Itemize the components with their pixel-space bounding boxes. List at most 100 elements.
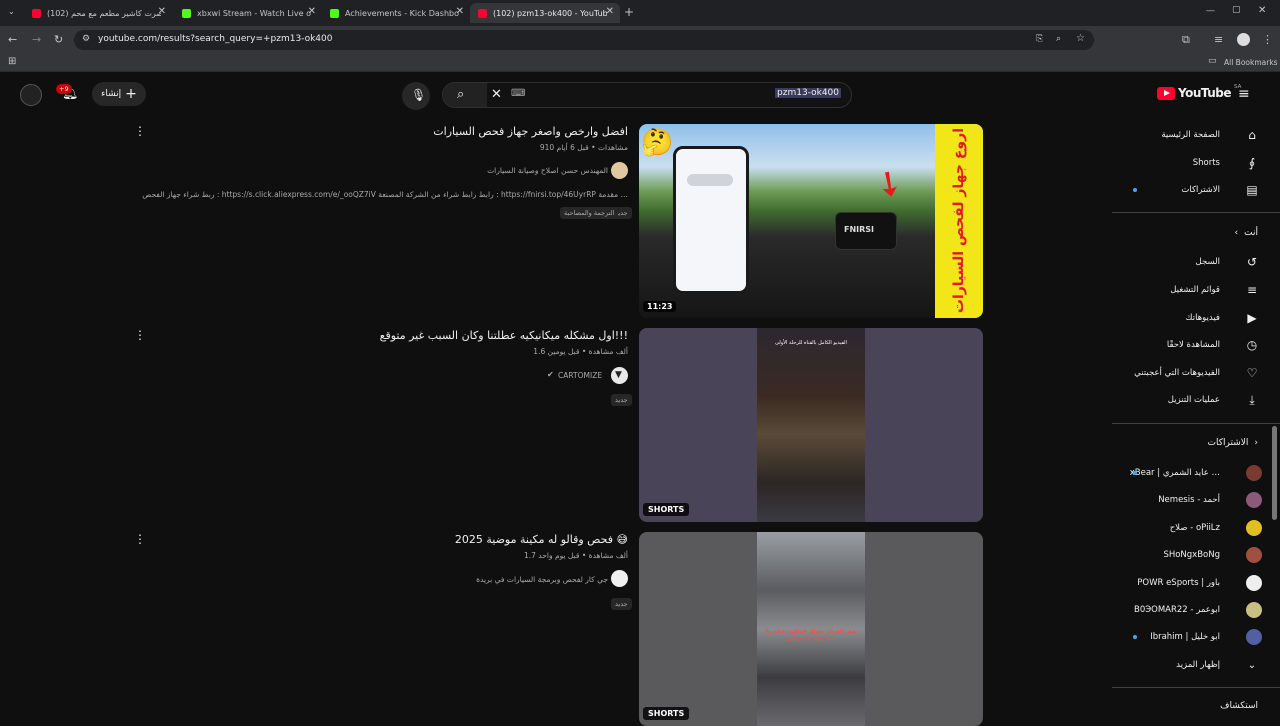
sidebar-sub-channel[interactable]: Ibrahim | ابو خليل xyxy=(1112,624,1262,650)
search-icon: ⌕ xyxy=(457,87,465,102)
microphone-icon: 🎙︎ xyxy=(411,88,427,102)
sidebar-item-shorts[interactable]: Shorts ∮ xyxy=(1112,150,1262,176)
install-icon[interactable]: ⎘ xyxy=(1036,35,1043,44)
show-more-button[interactable]: إظهار المزيد ⌄ xyxy=(1112,652,1262,678)
sidebar-sub-channel[interactable]: POWR eSports | باور xyxy=(1112,570,1262,596)
menu-icon[interactable]: ⋮ xyxy=(1262,34,1273,45)
site-info-icon[interactable]: ⚙ xyxy=(82,35,90,44)
video-thumbnail[interactable]: بعض المراكز يقولك الماكينة تعبانة ولا هم… xyxy=(639,532,983,726)
sidebar-sub-channel[interactable]: Nemesis - أحمد xyxy=(1112,487,1262,513)
youtube-play-icon xyxy=(1157,86,1175,100)
thumbnail-banner: اروع جهاز لفحص السيارات xyxy=(935,124,983,318)
channel-avatar[interactable] xyxy=(611,162,628,179)
video-thumbnail[interactable]: 🤔 FNIRSI ➘ اروع جهاز لفحص السيارات 11:23 xyxy=(639,124,983,318)
sidebar-sub-channel[interactable]: SHoNgxBoNg xyxy=(1112,542,1262,568)
hamburger-menu-icon[interactable]: ≡ xyxy=(1238,87,1250,101)
channel-avatar[interactable]: ▼ xyxy=(611,367,628,384)
new-tab-icon[interactable]: + xyxy=(624,6,634,18)
forward-icon[interactable]: → xyxy=(32,34,41,45)
channel-name[interactable]: CARTOMIZE xyxy=(558,371,602,380)
sidebar-item-watch-later[interactable]: المشاهدة لاحقًا ◷ xyxy=(1112,332,1262,358)
thumbnail-phone xyxy=(673,146,749,294)
sidebar-item-label: السجل xyxy=(1195,257,1220,267)
media-icon[interactable]: ≡ xyxy=(1214,34,1223,45)
browser-tab[interactable]: xbxwi Stream - Watch Live on K… ✕ xyxy=(174,3,322,23)
video-thumbnail[interactable]: الفيديو الكامل بالقناة للرحلة الأولى SHO… xyxy=(639,328,983,522)
tab-title: xbxwi Stream - Watch Live on K… xyxy=(197,8,311,18)
search-button[interactable]: ⌕ xyxy=(443,83,487,107)
profile-avatar[interactable] xyxy=(1237,33,1250,46)
more-actions-icon[interactable]: ⋮ xyxy=(134,124,146,138)
channel-name[interactable]: المهندس حسن اصلاح وصيانة السيارات xyxy=(487,166,608,175)
new-content-dot xyxy=(1133,188,1137,192)
zoom-icon[interactable]: ⌕ xyxy=(1056,35,1061,44)
sidebar-item-label: الاشتراكات xyxy=(1181,185,1220,195)
tab-strip: ⌄ (102) صرت كاشير مطعم مع محم… ✕ xbxwi S… xyxy=(0,0,1280,26)
subscriptions-section-title[interactable]: الاشتراكات › xyxy=(1208,438,1258,448)
voice-search-button[interactable]: 🎙︎ xyxy=(402,82,430,110)
more-actions-icon[interactable]: ⋮ xyxy=(134,328,146,342)
section-title-text: الاشتراكات xyxy=(1207,438,1249,448)
extensions-icon[interactable]: ⧉ xyxy=(1182,34,1190,45)
page-scrollbar[interactable] xyxy=(1272,426,1277,520)
video-title[interactable]: 2025 فحص وقالو له مكينة موضية 😅 xyxy=(455,533,628,546)
sidebar-item-downloads[interactable]: عمليات التنزيل ⤓ xyxy=(1112,387,1262,413)
reload-icon[interactable]: ↻ xyxy=(54,34,63,45)
video-title[interactable]: افضل وارخص واصغر جهاز فحص السيارات xyxy=(433,125,628,138)
minimize-icon[interactable]: — xyxy=(1206,7,1215,16)
close-tab-icon[interactable]: ✕ xyxy=(606,6,614,17)
browser-toolbar: ← → ↻ ⚙ youtube.com/results?search_query… xyxy=(0,26,1280,54)
duration-badge: 11:23 xyxy=(643,301,677,312)
maximize-icon[interactable]: ▢ xyxy=(1232,6,1241,15)
channel-name[interactable]: جي كار لفحص وبرمجة السيارات في بريدة xyxy=(476,575,608,584)
clear-search-icon[interactable]: ✕ xyxy=(491,88,502,101)
browser-tab-active[interactable]: (102) pzm13-ok400 - YouTube ✕ xyxy=(470,3,620,23)
notification-count-badge: +9 xyxy=(56,84,72,94)
close-tab-icon[interactable]: ✕ xyxy=(158,6,166,17)
create-button[interactable]: إنشاء + xyxy=(92,82,146,106)
search-input[interactable]: pzm13-ok400 xyxy=(775,88,841,98)
channel-avatar[interactable] xyxy=(611,570,628,587)
more-actions-icon[interactable]: ⋮ xyxy=(134,532,146,546)
back-icon[interactable]: ← xyxy=(8,34,17,45)
short-caption: بعض المراكز يقولك الماكينة تعبانة ولا هم… xyxy=(764,628,858,642)
sidebar-sub-channel[interactable]: صلاح - oPiiLz xyxy=(1112,515,1262,541)
short-frame: بعض المراكز يقولك الماكينة تعبانة ولا هم… xyxy=(757,532,865,726)
sidebar-item-label: Ibrahim | ابو خليل xyxy=(1150,632,1220,642)
tab-search-icon[interactable]: ⌄ xyxy=(8,8,15,16)
thumbnail-text: اروع جهاز لفحص السيارات xyxy=(951,128,967,314)
browser-tab[interactable]: (102) صرت كاشير مطعم مع محم… ✕ xyxy=(24,3,172,23)
close-tab-icon[interactable]: ✕ xyxy=(308,6,316,17)
divider xyxy=(1112,687,1280,688)
sidebar-sub-channel[interactable]: xBear | عايد الشمري … xyxy=(1112,460,1262,486)
browser-tab[interactable]: Achievements - Kick Dashboard ✕ xyxy=(322,3,470,23)
sidebar-item-label: فيديوهاتك xyxy=(1185,313,1220,323)
address-bar[interactable]: ⚙ youtube.com/results?search_query=+pzm1… xyxy=(74,30,1094,50)
sidebar-item-your-videos[interactable]: فيديوهاتك ▶ xyxy=(1112,305,1262,331)
sidebar-item-home[interactable]: الصفحة الرئيسية ⌂ xyxy=(1112,122,1262,148)
sidebar-item-label: الصفحة الرئيسية xyxy=(1161,130,1220,140)
sidebar-sub-channel[interactable]: B0ЭOMAR22 - ابوعمر xyxy=(1112,597,1262,623)
bookmark-star-icon[interactable]: ☆ xyxy=(1076,34,1085,44)
channel-avatar xyxy=(1246,547,1262,563)
captions-chip: الترجمة والمصاحبة xyxy=(560,207,619,219)
new-chip: جديد xyxy=(611,598,632,610)
bookmarks-bar: ⊞ ▭ All Bookmarks xyxy=(0,54,1280,72)
sidebar-item-liked[interactable]: الفيديوهات التي أعجبتني ♡ xyxy=(1112,360,1262,386)
all-bookmarks-link[interactable]: All Bookmarks xyxy=(1224,58,1278,67)
shorts-icon: ∮ xyxy=(1248,156,1256,170)
thumbnail-device: FNIRSI xyxy=(835,212,897,250)
close-window-icon[interactable]: ✕ xyxy=(1258,6,1266,16)
kick-favicon-icon xyxy=(182,8,191,18)
sidebar-item-history[interactable]: السجل ↺ xyxy=(1112,249,1262,275)
account-avatar[interactable] xyxy=(20,84,42,106)
you-section-title[interactable]: ‹ أنت xyxy=(1235,228,1258,238)
video-title[interactable]: اول مشكله ميكانيكيه عطلتنا وكان السبب غي… xyxy=(380,329,628,342)
close-tab-icon[interactable]: ✕ xyxy=(456,6,464,17)
sidebar-item-subscriptions[interactable]: الاشتراكات ▤ xyxy=(1112,177,1262,203)
apps-icon[interactable]: ⊞ xyxy=(8,57,16,67)
keyboard-icon[interactable]: ⌨ xyxy=(511,89,525,99)
sidebar-item-playlists[interactable]: قوائم التشغيل ≡ xyxy=(1112,277,1262,303)
youtube-logo[interactable]: YouTube SA xyxy=(1157,84,1241,100)
youtube-header: 🔔︎ +9 إنشاء + 🎙︎ ⌕ ✕ ⌨ pzm13-ok400 YouTu… xyxy=(0,76,1280,116)
